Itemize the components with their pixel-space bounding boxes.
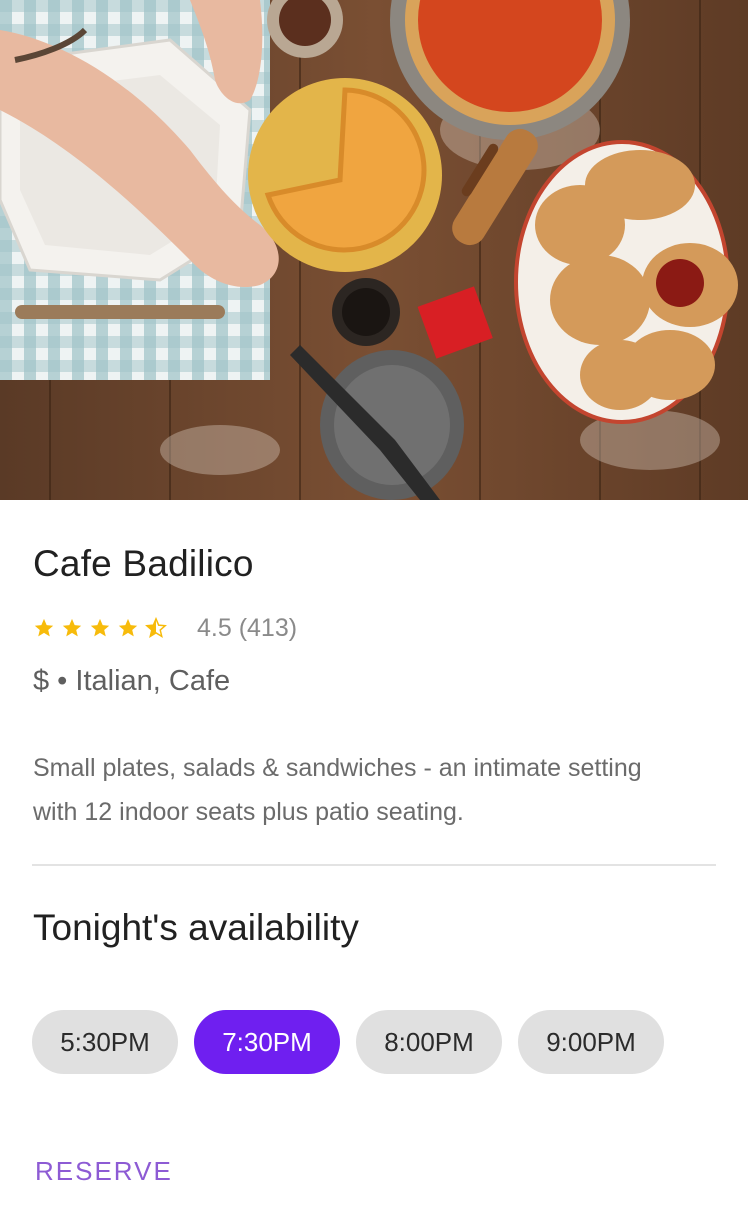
time-slot-chip[interactable]: 9:00PM (518, 1010, 664, 1074)
time-slot-chip[interactable]: 5:30PM (32, 1010, 178, 1074)
price-cuisine: $ • Italian, Cafe (33, 665, 231, 697)
reserve-button[interactable]: RESERVE (35, 1156, 173, 1187)
star-icon (90, 618, 110, 637)
star-half-icon (145, 617, 167, 638)
star-icon (34, 618, 54, 637)
time-slot-chip-selected[interactable]: 7:30PM (194, 1010, 340, 1074)
rating-row: 4.5 (413) (33, 608, 297, 648)
time-slot-chip[interactable]: 8:00PM (356, 1010, 502, 1074)
restaurant-description: Small plates, salads & sandwiches - an i… (33, 754, 642, 826)
availability-heading: Tonight's availability (33, 907, 359, 948)
star-icon (62, 618, 82, 637)
star-rating (33, 617, 167, 639)
rating-text: 4.5 (413) (197, 613, 298, 642)
star-icon (118, 618, 138, 637)
restaurant-card: Cafe Badilico 4.5 (413) $ • Italian, Caf… (0, 0, 748, 1226)
hero-image (0, 0, 748, 500)
restaurant-name: Cafe Badilico (33, 543, 254, 584)
time-slot-chips: 5:30PM 7:30PM 8:00PM 9:00PM (32, 1010, 664, 1074)
divider (32, 864, 716, 866)
